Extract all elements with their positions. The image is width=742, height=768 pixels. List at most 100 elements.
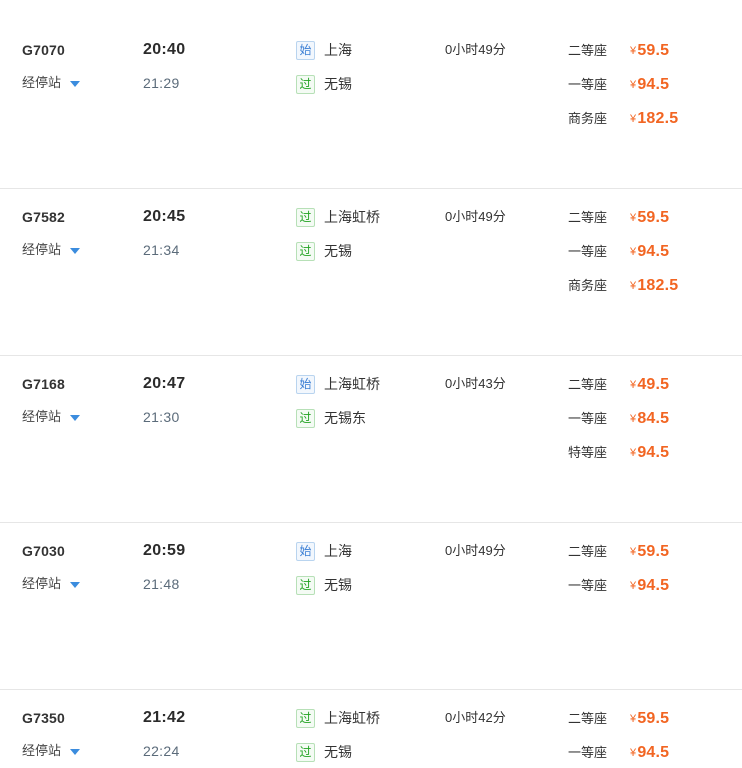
currency-symbol: ¥ [630,447,637,459]
seat-class-row[interactable]: 一等座 ¥84.5 [568,408,733,428]
arrival-station-badge: 过 [296,408,315,428]
train-number-cell: G7070 经停站 [22,40,142,93]
arrival-time: 21:30 [143,409,180,425]
seat-class-row[interactable]: 一等座 ¥94.5 [568,742,733,762]
seat-class-row[interactable]: 一等座 ¥94.5 [568,575,733,595]
seat-price: ¥49.5 [630,376,669,394]
duration-cell: 0小时43分 [445,374,565,394]
train-number-cell: G7168 经停站 [22,374,142,427]
departure-time: 21:42 [143,709,186,726]
arrival-station-line: 过无锡 [296,742,446,762]
seat-price-value: 94.5 [637,444,670,461]
stations-cell: 始上海过无锡 [296,40,446,94]
arrival-time: 21:48 [143,576,180,592]
seat-price-value: 94.5 [637,577,670,594]
seat-price-value: 59.5 [637,543,670,560]
departure-time: 20:40 [143,41,186,58]
seat-price: ¥94.5 [630,76,669,94]
seat-class-row[interactable]: 二等座 ¥59.5 [568,40,733,60]
seat-class-row[interactable]: 二等座 ¥59.5 [568,207,733,227]
train-number[interactable]: G7582 [22,207,142,227]
departure-time: 20:59 [143,542,186,559]
seat-class-row[interactable]: 二等座 ¥59.5 [568,708,733,728]
departure-station-name: 上海虹桥 [324,710,380,726]
train-number[interactable]: G7070 [22,40,142,60]
currency-symbol: ¥ [630,79,637,91]
trip-duration: 0小时43分 [445,376,506,391]
seat-price: ¥94.5 [630,444,669,462]
chevron-down-icon[interactable] [70,81,81,87]
chevron-down-icon[interactable] [70,749,81,755]
stops-toggle-label: 经停站 [22,75,62,90]
stops-toggle[interactable]: 经停站 [22,407,81,427]
train-number[interactable]: G7350 [22,708,142,728]
times-cell: 20:40 21:29 [143,40,273,93]
stops-toggle[interactable]: 经停站 [22,73,81,93]
seat-class-row[interactable]: 一等座 ¥94.5 [568,241,733,261]
duration-cell: 0小时49分 [445,207,565,227]
currency-symbol: ¥ [630,379,637,391]
currency-symbol: ¥ [630,246,637,258]
chevron-down-icon[interactable] [70,415,81,421]
seat-class-name: 商务座 [568,111,608,126]
seat-class-row[interactable]: 一等座 ¥94.5 [568,74,733,94]
seat-class-row[interactable]: 商务座 ¥182.5 [568,275,733,295]
seat-class-row[interactable]: 商务座 ¥182.5 [568,108,733,128]
currency-symbol: ¥ [630,546,637,558]
arrival-time: 21:29 [143,75,180,91]
train-number-cell: G7582 经停站 [22,207,142,260]
chevron-down-icon[interactable] [70,248,81,254]
trip-duration: 0小时49分 [445,543,506,558]
stops-toggle[interactable]: 经停站 [22,574,81,594]
departure-station-line: 始上海 [296,541,446,561]
trip-duration: 0小时49分 [445,42,506,57]
currency-symbol: ¥ [630,747,637,759]
departure-station-line: 过上海虹桥 [296,708,446,728]
seat-price: ¥59.5 [630,42,669,60]
seat-classes-cell: 二等座¥59.5 一等座¥94.5 商务座¥182.5 [568,207,733,295]
arrival-station-badge: 过 [296,742,315,762]
stops-toggle-label: 经停站 [22,242,62,257]
train-row[interactable]: G7030 经停站 20:59 21:48 始上海过无锡 0小时49分 二等座 ¥59.5 一等… [0,523,742,690]
seat-price-value: 182.5 [637,277,679,294]
seat-price: ¥59.5 [630,543,669,561]
arrival-time: 21:34 [143,242,180,258]
stops-toggle[interactable]: 经停站 [22,741,81,761]
departure-time: 20:45 [143,208,186,225]
seat-class-name: 一等座 [568,411,608,426]
stations-cell: 过上海虹桥过无锡 [296,207,446,261]
seat-class-name: 二等座 [568,377,608,392]
seat-classes-cell: 二等座¥59.5 一等座¥94.5 商务座¥182.5 [568,40,733,128]
departure-station-badge: 过 [296,708,315,728]
seat-class-row[interactable]: 二等座 ¥59.5 [568,541,733,561]
train-number[interactable]: G7168 [22,374,142,394]
chevron-down-icon[interactable] [70,582,81,588]
train-number[interactable]: G7030 [22,541,142,561]
seat-price-value: 59.5 [637,209,670,226]
departure-station-badge: 始 [296,40,315,60]
seat-class-name: 一等座 [568,745,608,760]
departure-station-line: 始上海虹桥 [296,374,446,394]
currency-symbol: ¥ [630,713,637,725]
seat-class-row[interactable]: 特等座 ¥94.5 [568,442,733,462]
seat-class-row[interactable]: 二等座 ¥49.5 [568,374,733,394]
train-row[interactable]: G7070 经停站 20:40 21:29 始上海过无锡 0小时49分 二等座 ¥59.5 一等… [0,22,742,189]
departure-time: 20:47 [143,375,186,392]
seat-price-value: 94.5 [637,76,670,93]
stops-toggle[interactable]: 经停站 [22,240,81,260]
departure-station-name: 上海虹桥 [324,376,380,392]
departure-station-name: 上海虹桥 [324,209,380,225]
seat-price-value: 94.5 [637,744,670,761]
arrival-station-name: 无锡 [324,76,352,92]
train-row[interactable]: G7582 经停站 20:45 21:34 过上海虹桥过无锡 0小时49分 二等座 ¥59.5… [0,189,742,356]
seat-classes-cell: 二等座¥59.5一等座¥94.5商务座¥182.5 [568,708,733,768]
arrival-station-line: 过无锡 [296,241,446,261]
currency-symbol: ¥ [630,45,637,57]
departure-station-name: 上海 [324,42,352,58]
arrival-station-name: 无锡东 [324,410,366,426]
arrival-station-line: 过无锡 [296,575,446,595]
departure-station-name: 上海 [324,543,352,559]
seat-price: ¥94.5 [630,243,669,261]
train-row[interactable]: G7350 经停站 21:42 22:24 过上海虹桥过无锡 0小时42分 二等座 ¥59.5… [0,690,742,768]
train-row[interactable]: G7168 经停站 20:47 21:30 始上海虹桥过无锡东 0小时43分 二等座 ¥49.… [0,356,742,523]
